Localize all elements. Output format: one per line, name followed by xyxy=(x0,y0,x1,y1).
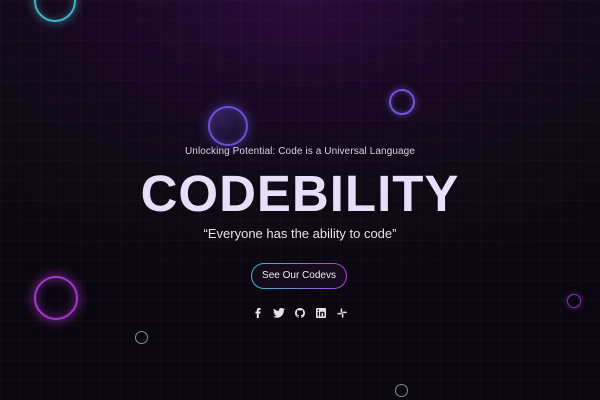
see-our-codevs-button[interactable]: See Our Codevs xyxy=(251,263,347,289)
hero-quote: “Everyone has the ability to code” xyxy=(203,226,397,241)
linkedin-icon[interactable] xyxy=(315,307,327,319)
github-icon[interactable] xyxy=(294,307,306,319)
hero-section: Unlocking Potential: Code is a Universal… xyxy=(0,0,600,400)
twitter-icon[interactable] xyxy=(273,307,285,319)
hero-title: CODEBILITY xyxy=(140,165,460,222)
slack-icon[interactable] xyxy=(336,307,348,319)
hero-subtitle: Unlocking Potential: Code is a Universal… xyxy=(184,146,416,157)
facebook-icon[interactable] xyxy=(252,307,264,319)
social-links xyxy=(252,307,348,319)
landing-page: Unlocking Potential: Code is a Universal… xyxy=(0,0,600,400)
